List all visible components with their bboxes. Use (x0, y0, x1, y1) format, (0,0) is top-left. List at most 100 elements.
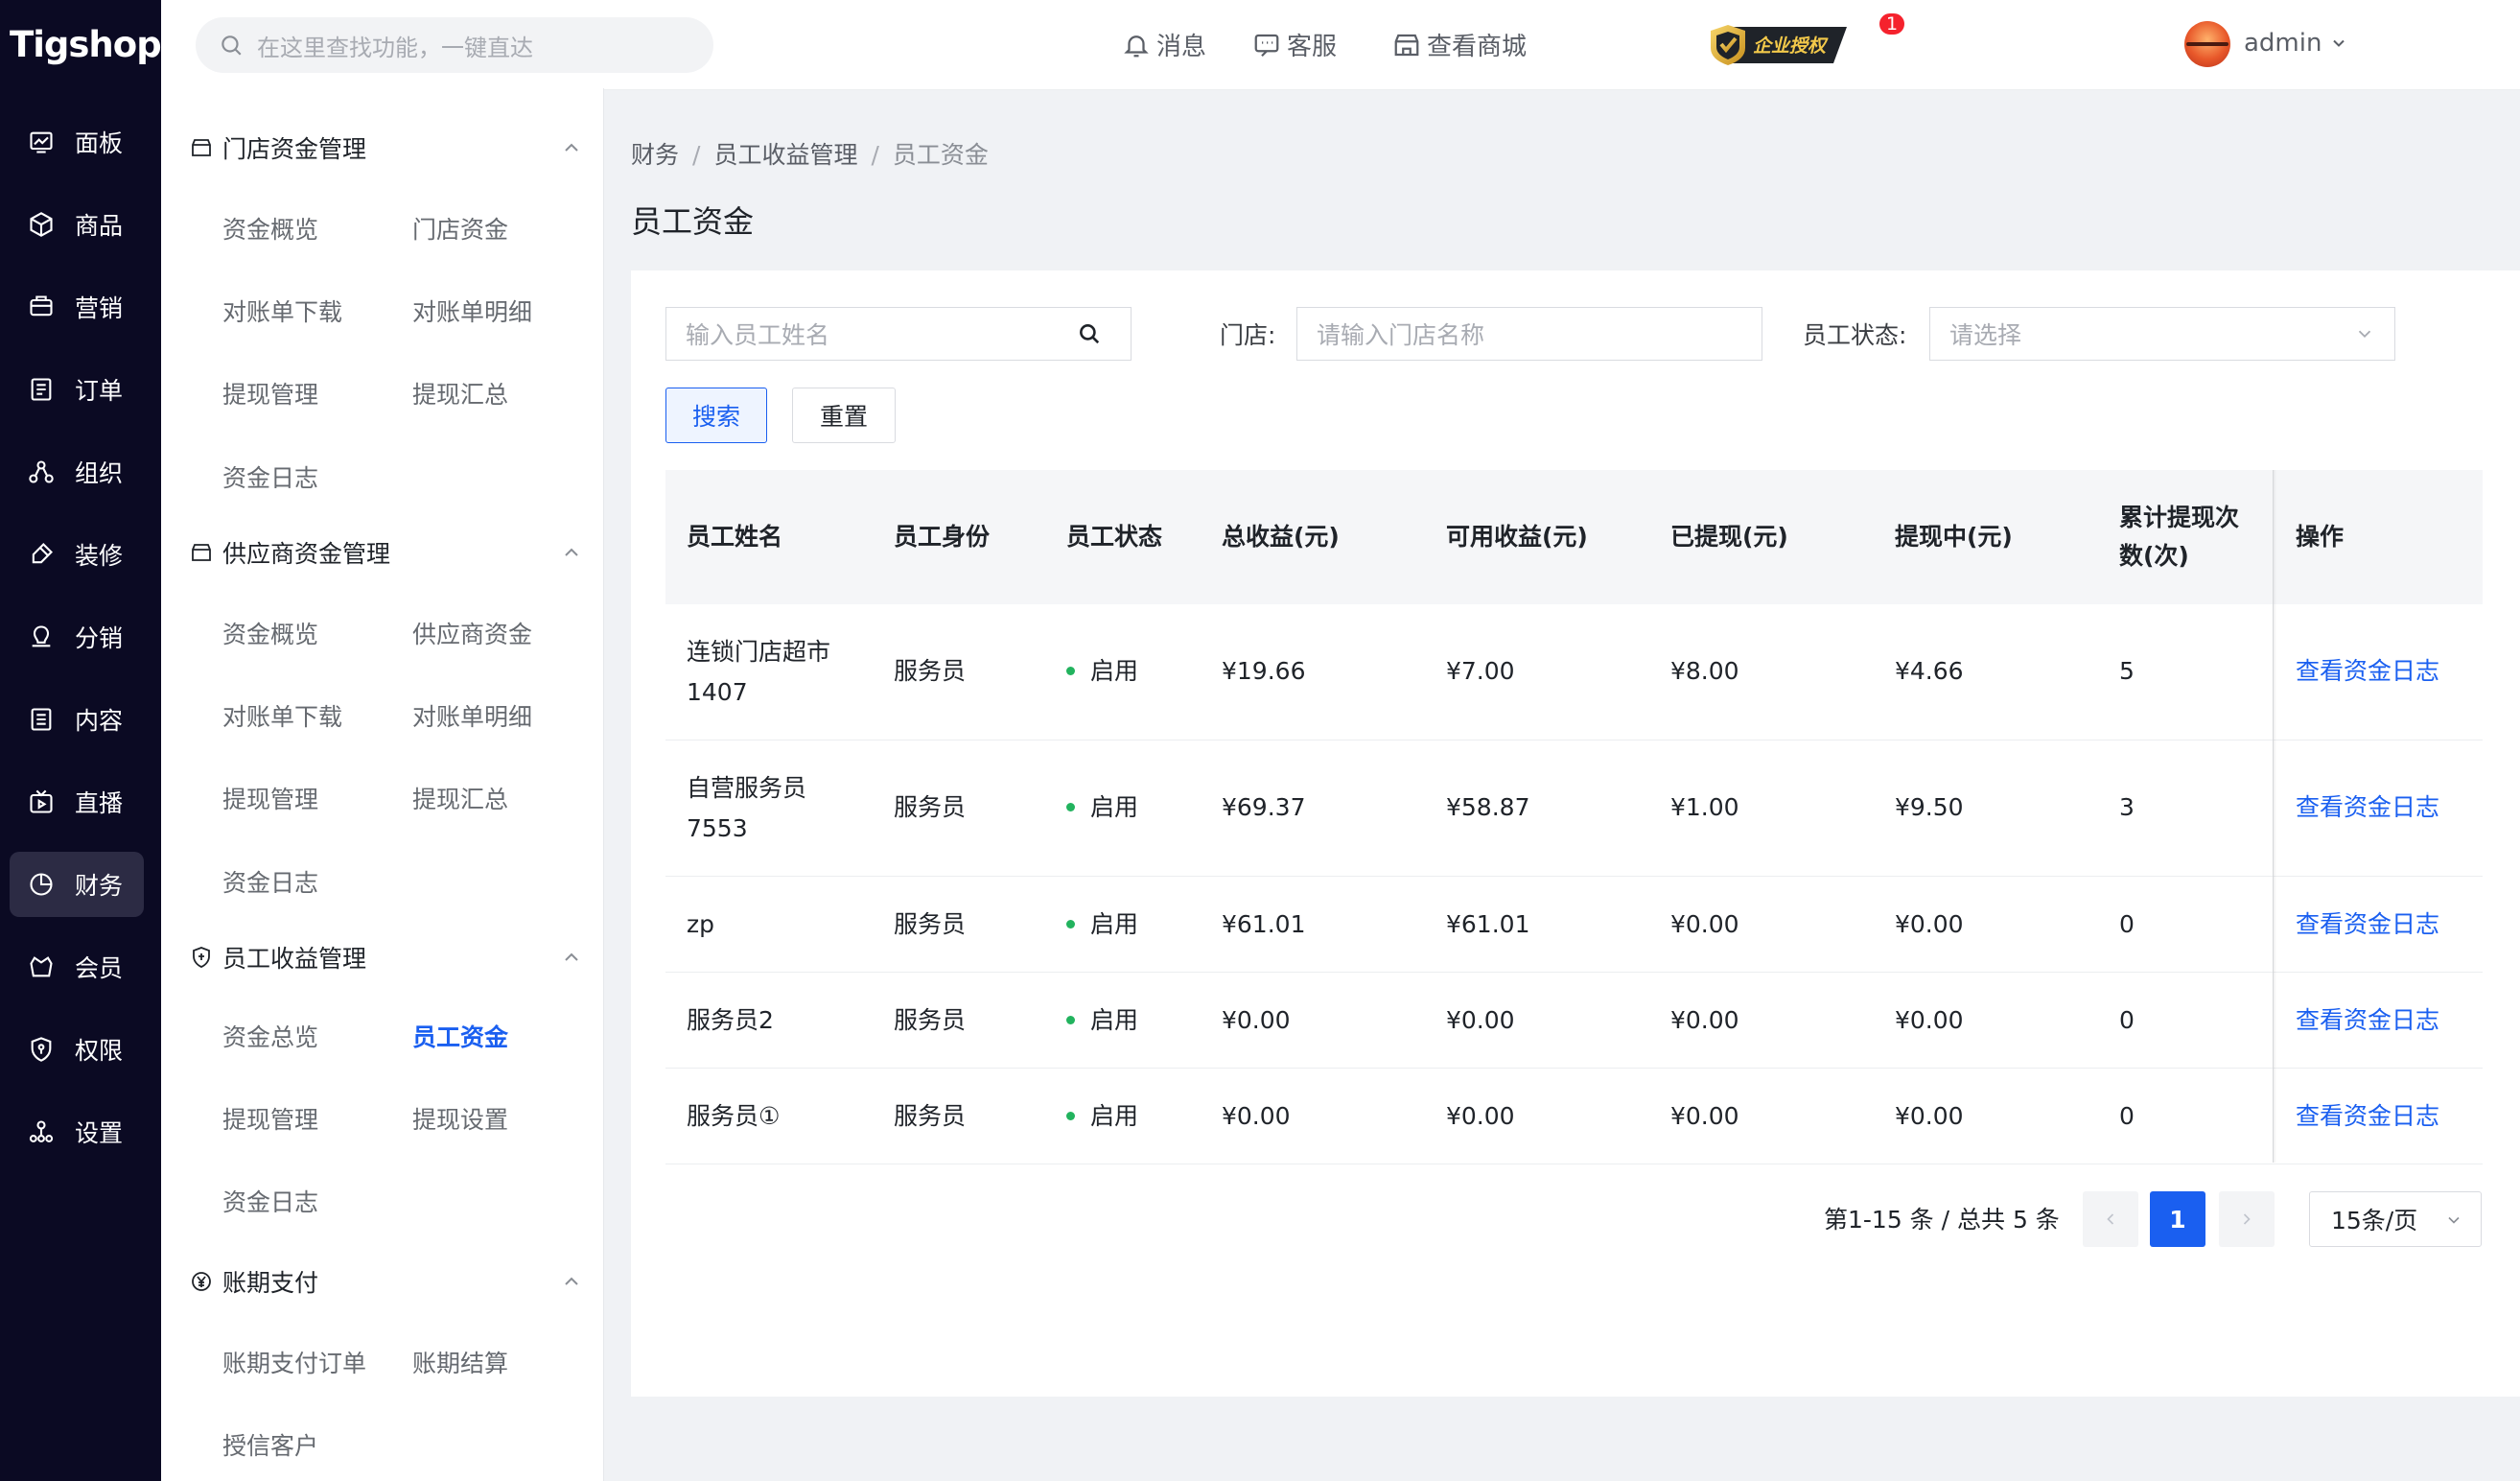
submenu-item[interactable]: 授信客户 (222, 1427, 318, 1462)
submenu-group-store-funds[interactable]: 门店资金管理 (190, 127, 583, 169)
col-header: 提现中(元) (1895, 523, 2013, 551)
submenu-item[interactable]: 供应商资金 (412, 616, 532, 650)
nav-item-live[interactable]: 直播 (10, 769, 144, 835)
search-button[interactable]: 搜索 (665, 388, 767, 443)
page-button-current[interactable]: 1 (2150, 1191, 2205, 1247)
prev-page-button[interactable] (2083, 1191, 2138, 1247)
status-dot (1066, 919, 1075, 929)
view-fund-log-link[interactable]: 查看资金日志 (2296, 788, 2439, 827)
yen-icon (190, 1269, 215, 1294)
breadcrumb-item[interactable]: 员工收益管理 (713, 141, 857, 169)
distribution-icon (27, 623, 56, 651)
submenu-item[interactable]: 资金日志 (222, 1184, 318, 1218)
next-page-button[interactable] (2219, 1191, 2275, 1247)
org-icon (27, 458, 56, 486)
status-cell: 启用 (1066, 1097, 1138, 1136)
submenu-item[interactable]: 提现设置 (412, 1101, 508, 1136)
submenu-item[interactable]: 资金概览 (222, 616, 318, 650)
chevron-right-icon (2243, 1213, 2251, 1225)
status-cell: 启用 (1066, 1001, 1138, 1040)
view-shop-link[interactable]: 查看商城 (1392, 27, 1527, 62)
submenu-group-supplier-funds[interactable]: 供应商资金管理 (190, 531, 583, 574)
nav-item-marketing[interactable]: 营销 (10, 274, 144, 340)
search-icon (1079, 324, 1099, 344)
user-menu[interactable]: admin (2244, 29, 2348, 58)
col-header: 操作 (2296, 523, 2345, 551)
nav-item-distribution[interactable]: 分销 (10, 604, 144, 670)
submenu-item[interactable]: 资金概览 (222, 211, 318, 246)
nav-item-content[interactable]: 内容 (10, 687, 144, 752)
view-fund-log-link[interactable]: 查看资金日志 (2296, 1097, 2439, 1136)
status-cell: 启用 (1066, 652, 1138, 691)
chevron-down-icon (2448, 1216, 2460, 1224)
nav-item-permissions[interactable]: 权限 (10, 1017, 144, 1082)
reset-button[interactable]: 重置 (792, 388, 896, 443)
col-header: 员工状态 (1066, 523, 1163, 551)
submenu-item[interactable]: 资金日志 (222, 864, 318, 899)
submenu-item[interactable]: 对账单下载 (222, 294, 342, 328)
table-row: zp 服务员 启用 ¥61.01 ¥61.01 ¥0.00 ¥0.00 0 查看… (665, 877, 2483, 973)
customer-service-link[interactable]: 客服 (1252, 27, 1337, 62)
submenu-item-staff-funds[interactable]: 员工资金 (412, 1019, 508, 1053)
nav-item-products[interactable]: 商品 (10, 192, 144, 257)
page-title: 员工资金 (631, 203, 755, 240)
view-fund-log-link[interactable]: 查看资金日志 (2296, 1001, 2439, 1040)
status-select[interactable]: 请选择 (1929, 307, 2395, 361)
chevron-down-icon (2333, 39, 2345, 47)
megaphone-icon (27, 293, 56, 321)
submenu-item[interactable]: 账期支付订单 (222, 1345, 366, 1379)
submenu-item[interactable]: 对账单明细 (412, 294, 532, 328)
status-dot (1066, 1111, 1075, 1120)
status-dot (1066, 802, 1075, 811)
messages-link[interactable]: 消息 (1122, 27, 1206, 62)
submenu-item[interactable]: 提现管理 (222, 1101, 318, 1136)
nav-item-members[interactable]: 会员 (10, 934, 144, 999)
submenu-item[interactable]: 提现管理 (222, 376, 318, 411)
submenu-item[interactable]: 提现管理 (222, 781, 318, 815)
avatar[interactable] (2184, 21, 2230, 67)
nav-item-decoration[interactable]: 装修 (10, 522, 144, 587)
col-header: 可用收益(元) (1446, 523, 1588, 551)
submenu-item[interactable]: 提现汇总 (412, 781, 508, 815)
store-name-input[interactable]: 请输入门店名称 (1296, 307, 1762, 361)
status-dot (1066, 1015, 1075, 1024)
enterprise-auth-badge[interactable]: 企业授权 (1707, 23, 1851, 67)
submenu-item[interactable]: 资金总览 (222, 1019, 318, 1053)
chevron-up-icon (565, 1277, 578, 1285)
submenu-item[interactable]: 对账单下载 (222, 698, 342, 733)
finance-submenu: 门店资金管理 资金概览 门店资金 对账单下载 对账单明细 提现管理 提现汇总 资… (161, 88, 604, 1481)
breadcrumb: 财务 / 员工收益管理 / 员工资金 (631, 141, 989, 169)
global-search-input[interactable]: 在这里查找功能，一键直达 (196, 17, 713, 73)
view-fund-log-link[interactable]: 查看资金日志 (2296, 652, 2439, 691)
submenu-item[interactable]: 资金日志 (222, 459, 318, 494)
nav-item-organization[interactable]: 组织 (10, 439, 144, 505)
nav-item-orders[interactable]: 订单 (10, 357, 144, 422)
content-icon (27, 705, 56, 734)
topbar: 在这里查找功能，一键直达 企业授权 消息 1 客服 查看商城 admin (161, 0, 2520, 90)
nav-item-finance[interactable]: 财务 (10, 852, 144, 917)
live-icon (27, 788, 56, 816)
search-icon (222, 35, 242, 56)
store-label: 门店: (1220, 321, 1276, 349)
submenu-item[interactable]: 对账单明细 (412, 698, 532, 733)
chart-icon (27, 128, 56, 156)
nav-item-dashboard[interactable]: 面板 (10, 109, 144, 175)
page-size-select[interactable]: 15条/页 (2309, 1191, 2482, 1247)
shield-icon (27, 1035, 56, 1064)
staff-name-input[interactable]: 输入员工姓名 (665, 307, 1049, 361)
status-dot (1066, 666, 1075, 675)
chevron-up-icon (565, 952, 578, 961)
submenu-group-credit-payment[interactable]: 账期支付 (190, 1260, 583, 1303)
nav-item-settings[interactable]: 设置 (10, 1099, 144, 1164)
logo[interactable]: Tigshop (0, 0, 162, 88)
view-fund-log-link[interactable]: 查看资金日志 (2296, 905, 2439, 944)
badge-icon (190, 945, 215, 970)
main-nav: Tigshop 面板 商品 营销 订单 组织 装修 分销 内容 直播 财务 会员… (0, 0, 162, 1481)
submenu-group-staff-earnings[interactable]: 员工收益管理 (190, 936, 583, 978)
svg-text:企业授权: 企业授权 (1753, 35, 1829, 57)
breadcrumb-item[interactable]: 财务 (631, 141, 679, 169)
name-search-button[interactable] (1047, 307, 1132, 361)
submenu-item[interactable]: 提现汇总 (412, 376, 508, 411)
submenu-item[interactable]: 门店资金 (412, 211, 508, 246)
submenu-item[interactable]: 账期结算 (412, 1345, 508, 1379)
